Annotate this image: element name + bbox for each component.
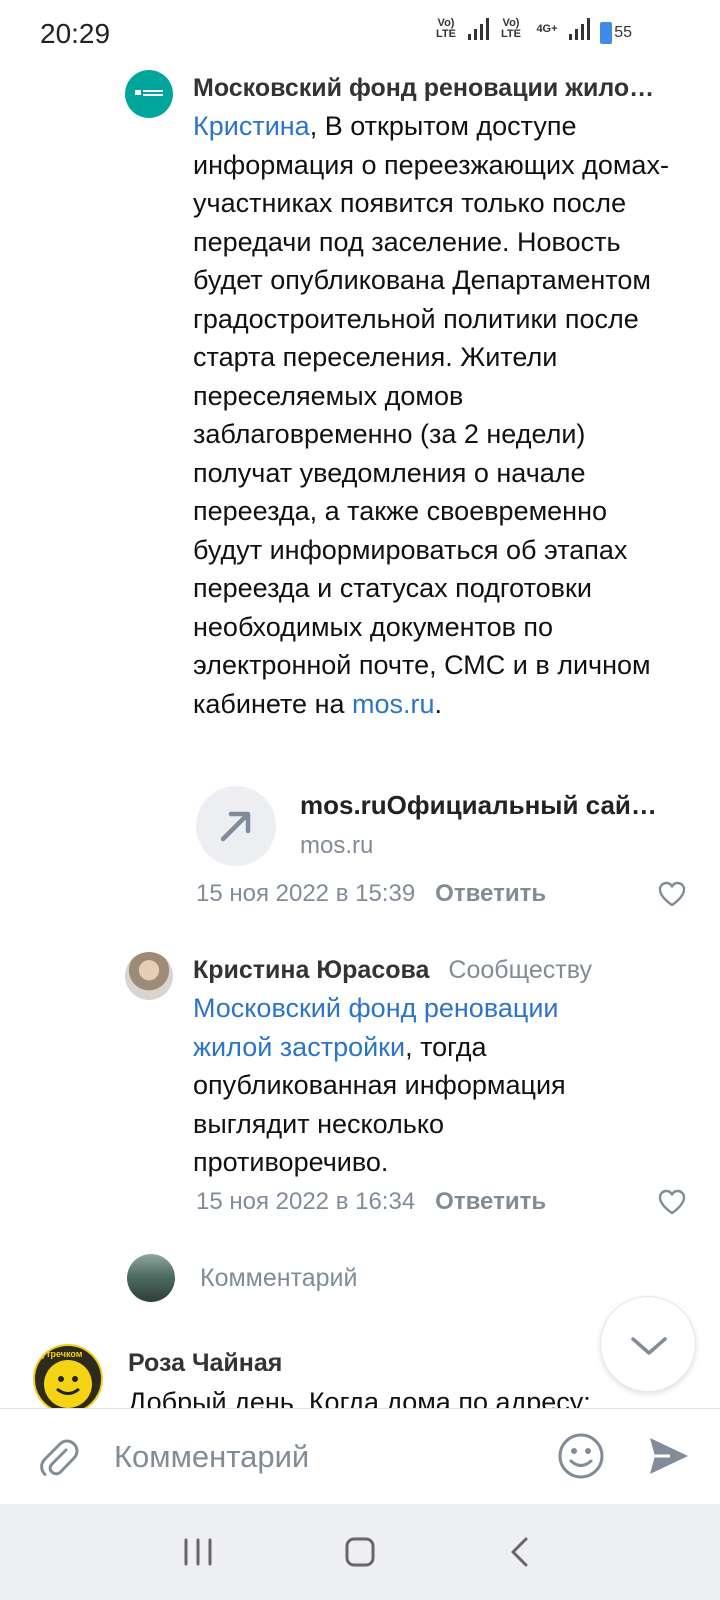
author-name[interactable]: Кристина Юрасова xyxy=(193,956,429,984)
avatar-caption: утречком xyxy=(41,1349,83,1359)
inline-link[interactable]: mos.ru xyxy=(352,689,435,719)
link-preview-title[interactable]: mos.ruОфициальный сай… xyxy=(300,790,680,821)
comment-date: 15 ноя 2022 в 15:39 xyxy=(196,880,416,907)
comment-composer xyxy=(0,1408,720,1504)
mention-link[interactable]: Московский фонд реновации жилой застройк… xyxy=(193,993,559,1062)
arrow-up-right-icon xyxy=(220,811,251,842)
comment-text: Кристина, В открытом доступе информация … xyxy=(193,111,669,719)
reply-input[interactable]: Комментарий xyxy=(200,1264,357,1293)
reply-button[interactable]: Ответить xyxy=(435,1188,546,1215)
status-icons: Vo) LTE Vo) LTE 4G+ xyxy=(432,18,590,40)
comment-input[interactable] xyxy=(114,1437,514,1477)
status-time: 20:29 xyxy=(40,18,111,49)
link-preview-thumb[interactable] xyxy=(196,786,276,866)
comment-meta: 15 ноя 2022 в 16:34 Ответить xyxy=(196,1188,546,1216)
mention-link[interactable]: Кристина xyxy=(193,111,310,141)
comment: Кристина Юрасова Сообществу Московский ф… xyxy=(0,940,720,1230)
comment: Московский фонд реновации жило… Кристина… xyxy=(0,56,720,916)
comment-author[interactable]: Московский фонд реновации жило… xyxy=(193,74,654,103)
battery-icon xyxy=(600,22,612,44)
logo-icon xyxy=(135,90,163,96)
avatar[interactable] xyxy=(125,70,173,118)
signal-icon xyxy=(569,18,590,40)
comment-author[interactable]: Роза Чайная xyxy=(128,1349,282,1378)
scroll-down-button[interactable] xyxy=(600,1296,696,1392)
network-4g-icon: 4G+ xyxy=(536,22,558,35)
current-user-avatar xyxy=(127,1254,175,1302)
status-bar: 20:29 Vo) LTE Vo) LTE 4G+ 55 xyxy=(0,0,720,56)
comment-author: Кристина Юрасова Сообществу xyxy=(193,956,592,985)
back-icon[interactable] xyxy=(500,1532,540,1572)
chevron-down-icon xyxy=(631,1337,667,1355)
signal-icon xyxy=(468,18,489,40)
link-preview-domain: mos.ru xyxy=(300,832,374,859)
heart-icon[interactable] xyxy=(657,880,687,908)
volte-icon: Vo) LTE xyxy=(501,17,521,40)
paperclip-icon[interactable] xyxy=(33,1433,81,1481)
avatar[interactable]: утречком xyxy=(33,1344,103,1414)
volte-icon: Vo) LTE xyxy=(436,17,456,40)
smiley-icon[interactable] xyxy=(556,1431,606,1481)
comment-date: 15 ноя 2022 в 16:34 xyxy=(196,1188,416,1215)
heart-icon[interactable] xyxy=(657,1188,687,1216)
avatar[interactable] xyxy=(125,952,173,1000)
recent-apps-icon[interactable] xyxy=(178,1532,218,1572)
system-nav-bar xyxy=(0,1504,720,1600)
send-icon[interactable] xyxy=(646,1433,692,1479)
reply-target-label: Сообществу xyxy=(448,956,592,984)
reply-button[interactable]: Ответить xyxy=(435,880,546,907)
home-icon[interactable] xyxy=(340,1532,380,1572)
battery-level: 55 xyxy=(614,24,632,41)
comment-meta: 15 ноя 2022 в 15:39 Ответить xyxy=(196,880,546,908)
comment-text: Московский фонд реновации жилой застройк… xyxy=(193,993,566,1177)
